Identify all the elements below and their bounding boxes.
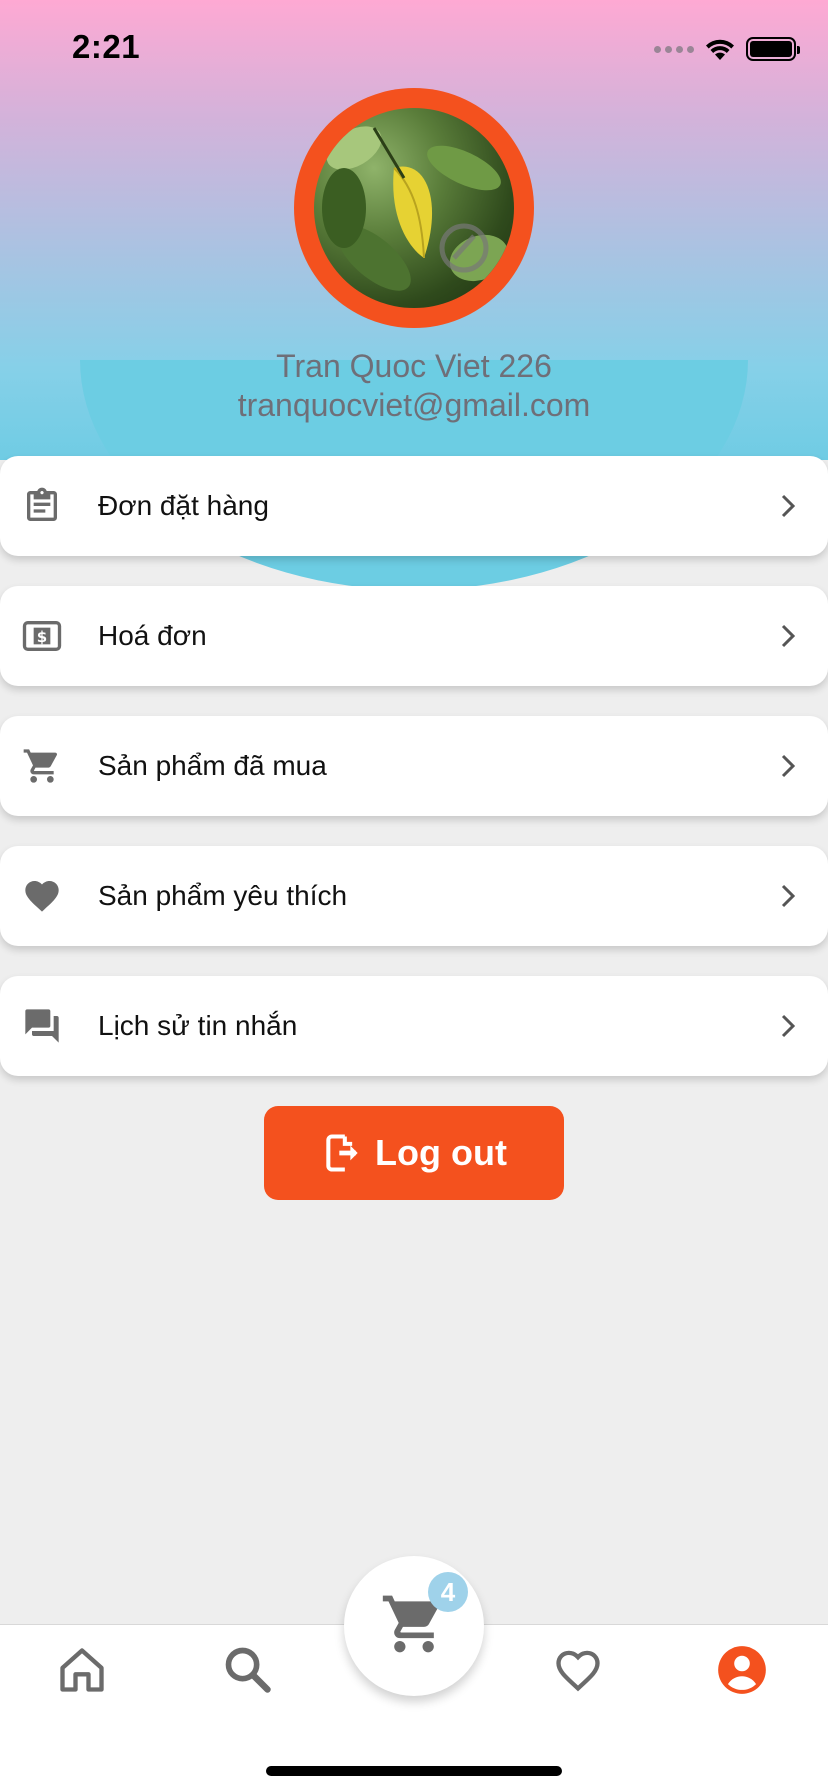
chevron-right-icon: [781, 1014, 796, 1038]
menu-item-label: Sản phẩm yêu thích: [98, 880, 348, 911]
battery-icon: [746, 37, 800, 61]
cart-button[interactable]: 4: [344, 1556, 484, 1696]
profile-email: tranquocviet@gmail.com: [237, 387, 591, 423]
logout-label: Log out: [375, 1132, 507, 1173]
cart-badge: 4: [428, 1572, 468, 1612]
chevron-right-icon: [781, 494, 796, 518]
chevron-right-icon: [781, 624, 796, 648]
chevron-right-icon: [781, 884, 796, 908]
svg-text:$: $: [37, 628, 47, 646]
menu-item-orders[interactable]: Đơn đặt hàng: [0, 456, 828, 556]
profile-screen: 2:21 Tran Quoc Viet 226 tranquocviet@gma…: [0, 0, 828, 1792]
logout-icon: [326, 1134, 358, 1172]
menu-item-favorites[interactable]: Sản phẩm yêu thích: [0, 846, 828, 946]
profile-icon[interactable]: [716, 1644, 768, 1696]
menu-item-message-history[interactable]: Lịch sử tin nhắn: [0, 976, 828, 1076]
home-icon[interactable]: [56, 1644, 108, 1696]
dollar-bill-icon: $: [22, 621, 62, 651]
status-icons: [654, 34, 800, 64]
avatar-photo: [314, 108, 514, 308]
menu-item-label: Lịch sử tin nhắn: [98, 1010, 298, 1041]
chevron-right-icon: [781, 754, 796, 778]
menu-item-purchased[interactable]: Sản phẩm đã mua: [0, 716, 828, 816]
search-icon[interactable]: [222, 1644, 274, 1696]
menu-item-label: Đơn đặt hàng: [98, 490, 269, 521]
heart-icon: [25, 881, 59, 912]
status-time: 2:21: [72, 28, 141, 65]
home-indicator: [266, 1766, 562, 1776]
menu-item-label: Sản phẩm đã mua: [98, 750, 327, 781]
wifi-icon: [706, 39, 734, 60]
logout-button[interactable]: Log out: [264, 1106, 564, 1200]
menu-item-invoices[interactable]: $ Hoá đơn: [0, 586, 828, 686]
avatar[interactable]: [294, 88, 534, 328]
menu-item-label: Hoá đơn: [98, 620, 207, 651]
clipboard-icon: [27, 487, 57, 521]
cellular-signal-icon: [654, 45, 694, 53]
heart-outline-icon[interactable]: [552, 1644, 604, 1696]
profile-name: Tran Quoc Viet 226: [276, 348, 552, 384]
cart-icon: [23, 749, 58, 783]
chat-icon: [25, 1009, 59, 1043]
